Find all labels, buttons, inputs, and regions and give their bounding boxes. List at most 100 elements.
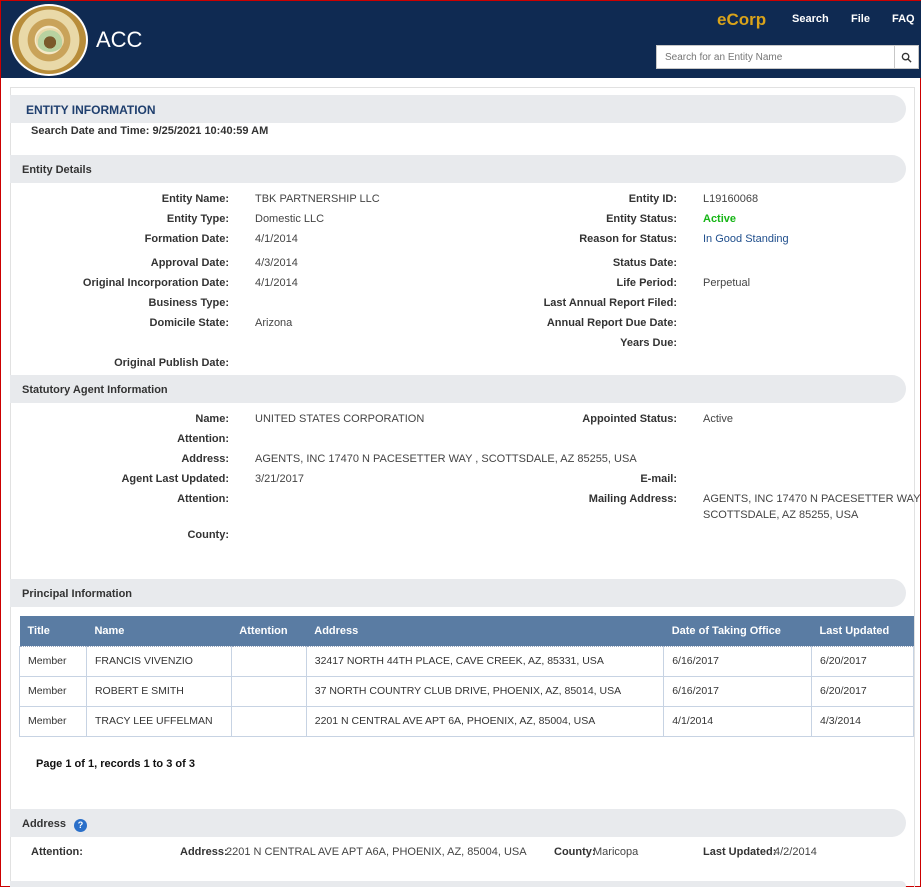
cell-title: Member	[19, 705, 87, 737]
col-name-header[interactable]: Name	[86, 616, 232, 646]
cell-address: 37 NORTH COUNTRY CLUB DRIVE, PHOENIX, AZ…	[305, 675, 665, 707]
col-last-updated-header[interactable]: Last Updated	[811, 616, 914, 646]
county-label: County:	[554, 846, 596, 858]
cell-title: Member	[19, 645, 87, 677]
col-title-header[interactable]: Title	[19, 616, 87, 646]
address-last-updated-value: 4/2/2014	[774, 846, 817, 858]
field-label: Last Annual Report Filed:	[543, 297, 677, 309]
cell-date-taking-office: 6/16/2017	[663, 675, 813, 707]
field-value: Arizona	[255, 317, 293, 329]
statutory-agent-bar: Statutory Agent Information	[10, 375, 906, 403]
field-value: AGENTS, INC 17470 N PACESETTER WAY ,	[703, 493, 921, 505]
field-label: Entity Status:	[606, 213, 677, 225]
field-value: L19160068	[703, 193, 759, 205]
field-label: Entity Type:	[166, 213, 229, 225]
col-address-header[interactable]: Address	[306, 616, 664, 646]
address-value: 2201 N CENTRAL AVE APT A6A, PHOENIX, AZ,…	[226, 846, 527, 858]
address-attention-label: Attention:	[31, 846, 83, 858]
col-date-taking-office-header[interactable]: Date of Taking Office	[663, 616, 812, 646]
cell-address: 32417 NORTH 44TH PLACE, CAVE CREEK, AZ, …	[305, 645, 665, 677]
cell-title: Member	[19, 675, 87, 707]
field-value: Perpetual	[703, 277, 751, 289]
principal-table: Title Name Attention Address Date of Tak…	[19, 616, 914, 737]
entity-search-box	[656, 45, 919, 69]
ecorp-brand-link[interactable]: eCorp	[717, 10, 766, 30]
field-label: Agent Last Updated:	[121, 473, 229, 485]
entity-information-title: ENTITY INFORMATION	[26, 103, 156, 117]
statutory-agent-title: Statutory Agent Information	[22, 384, 168, 396]
field-value: TBK PARTNERSHIP LLC	[255, 193, 380, 205]
help-icon[interactable]: ?	[74, 819, 87, 832]
entity-search-input[interactable]	[657, 46, 895, 68]
field-label: Original Incorporation Date:	[82, 277, 229, 289]
field-value: In Good Standing	[703, 233, 789, 245]
field-value: 4/3/2014	[255, 257, 298, 269]
field-label: Years Due:	[620, 337, 677, 349]
county-value: Maricopa	[593, 846, 639, 858]
nav-faq-link[interactable]: FAQ	[892, 13, 915, 25]
field-label: Attention:	[177, 433, 229, 445]
search-icon	[901, 52, 912, 63]
address-last-updated-label: Last Updated:	[703, 846, 777, 858]
field-label: Entity Name:	[161, 193, 229, 205]
principal-info-title: Principal Information	[22, 588, 133, 600]
field-label: Status Date:	[612, 257, 677, 269]
cell-address: 2201 N CENTRAL AVE APT 6A, PHOENIX, AZ, …	[305, 705, 665, 737]
field-label: Appointed Status:	[582, 413, 677, 425]
cell-name: TRACY LEE UFFELMAN	[85, 705, 232, 737]
field-label: Original Publish Date:	[114, 357, 229, 369]
table-pager: Page 1 of 1, records 1 to 3 of 3	[36, 758, 195, 770]
field-value: UNITED STATES CORPORATION	[255, 413, 425, 425]
field-value-line2: SCOTTSDALE, AZ 85255, USA	[703, 509, 859, 521]
field-label: Reason for Status:	[579, 233, 677, 245]
field-label: Address:	[181, 453, 229, 465]
field-value: Active	[703, 213, 737, 225]
address-label: Address:	[180, 846, 228, 858]
address-bar: Address	[10, 809, 906, 837]
field-value: Active	[703, 413, 733, 425]
nav-file-link[interactable]: File	[851, 13, 870, 25]
field-label: Life Period:	[616, 277, 677, 289]
field-label: Name:	[195, 413, 229, 425]
field-label: Mailing Address:	[588, 493, 677, 505]
cell-name: ROBERT E SMITH	[85, 675, 232, 707]
address-title: Address	[22, 818, 67, 830]
field-value: AGENTS, INC 17470 N PACESETTER WAY , SCO…	[255, 453, 637, 465]
search-button[interactable]	[894, 46, 918, 68]
entity-details-title: Entity Details	[22, 164, 92, 176]
field-label: Business Type:	[148, 297, 230, 309]
field-label: Domicile State:	[149, 317, 229, 329]
app-title: ACC	[96, 27, 143, 52]
table-row: Member ROBERT E SMITH 37 NORTH COUNTRY C…	[19, 675, 914, 707]
table-row: Member FRANCIS VIVENZIO 32417 NORTH 44TH…	[19, 645, 914, 677]
entity-information-bar: ENTITY INFORMATION	[10, 95, 906, 123]
field-label: E-mail:	[640, 473, 677, 485]
field-value: 4/1/2014	[255, 233, 298, 245]
field-value: Domestic LLC	[255, 213, 325, 225]
cell-attention	[230, 645, 307, 677]
principal-table-header: Title Name Attention Address Date of Tak…	[19, 616, 914, 646]
cell-attention	[230, 705, 307, 737]
cell-date-taking-office: 4/1/2014	[663, 705, 813, 737]
cell-last-updated: 4/3/2014	[811, 705, 914, 737]
field-label: Annual Report Due Date:	[546, 317, 677, 329]
field-label: Approval Date:	[150, 257, 229, 269]
next-section-bar	[10, 881, 906, 887]
col-attention-header[interactable]: Attention	[231, 616, 307, 646]
entity-details-bar: Entity Details	[10, 155, 906, 183]
cell-attention	[230, 675, 307, 707]
field-value: 3/21/2017	[255, 473, 304, 485]
cell-last-updated: 6/20/2017	[811, 675, 914, 707]
search-datetime: Search Date and Time: 9/25/2021 10:40:59…	[31, 125, 269, 137]
state-seal-icon[interactable]	[10, 4, 88, 76]
cell-last-updated: 6/20/2017	[811, 645, 914, 677]
nav-search-link[interactable]: Search	[792, 13, 829, 25]
field-label: Entity ID:	[628, 193, 677, 205]
field-label: County:	[187, 529, 229, 541]
field-label: Attention:	[177, 493, 229, 505]
field-value: 4/1/2014	[255, 277, 298, 289]
field-label: Formation Date:	[144, 233, 229, 245]
top-header: ACC eCorp Search File FAQ	[1, 1, 921, 78]
table-row: Member TRACY LEE UFFELMAN 2201 N CENTRAL…	[19, 705, 914, 737]
cell-name: FRANCIS VIVENZIO	[85, 645, 232, 677]
